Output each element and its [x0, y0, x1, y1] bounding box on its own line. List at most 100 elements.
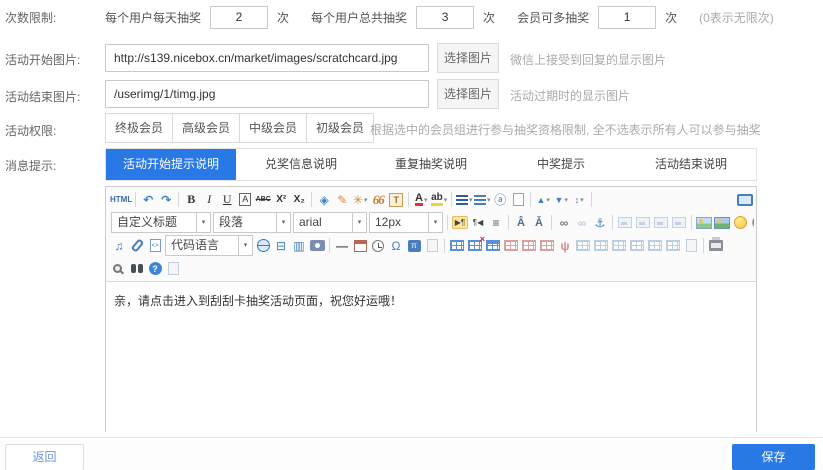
indent-icon[interactable]: ≡: [487, 213, 505, 233]
table-title-icon[interactable]: [484, 236, 502, 256]
rich-text-editor: HTML↶↷BIUAABCX²X₂◈✎✳▾66TA▾ab▾▾▾ⓐ▲▾▼▾↕▾ 自…: [105, 186, 757, 432]
delete-col-icon[interactable]: [628, 236, 646, 256]
insert-time-icon[interactable]: [369, 236, 387, 256]
member-level-intermediate-button[interactable]: 中级会员: [239, 113, 307, 143]
strikethrough-icon[interactable]: ABC: [254, 190, 272, 210]
insert-iframe-icon[interactable]: ▥: [290, 236, 308, 256]
paste-plain-icon[interactable]: T: [387, 190, 405, 210]
help-icon[interactable]: [146, 259, 164, 279]
unordered-list-icon[interactable]: ▾: [473, 190, 491, 210]
image-float-left-icon[interactable]: [634, 213, 652, 233]
ordered-list-icon[interactable]: ▾: [455, 190, 473, 210]
scrawl-icon[interactable]: [749, 213, 754, 233]
screenshot-icon[interactable]: [308, 236, 326, 256]
insert-row-icon[interactable]: [520, 236, 538, 256]
underline-icon[interactable]: U: [218, 190, 236, 210]
image-float-none-icon[interactable]: [616, 213, 634, 233]
split-cells-icon[interactable]: ψ: [556, 236, 574, 256]
source-icon[interactable]: HTML: [110, 190, 132, 210]
split-rows-icon-glyph: [648, 240, 662, 251]
auto-typeset-icon[interactable]: ✳▾: [351, 190, 369, 210]
blockquote-icon[interactable]: 66: [369, 190, 387, 210]
tab-win-prompt[interactable]: 中奖提示: [496, 149, 626, 180]
back-button[interactable]: 返回: [5, 444, 84, 470]
tab-repeat-draw[interactable]: 重复抽奖说明: [366, 149, 496, 180]
start-image-url-input[interactable]: [105, 44, 429, 72]
font-size-select[interactable]: 12px▾: [369, 212, 443, 233]
end-image-pick-button[interactable]: 选择图片: [437, 79, 499, 109]
tab-activity-end[interactable]: 活动结束说明: [626, 149, 756, 180]
format-brush-icon[interactable]: ✎: [333, 190, 351, 210]
insert-image-icon[interactable]: [695, 213, 713, 233]
doc-icon[interactable]: [682, 236, 700, 256]
member-level-advanced-button[interactable]: 高级会员: [172, 113, 240, 143]
attachment-icon[interactable]: [128, 236, 146, 256]
direction-rtl-icon[interactable]: ¶◀: [469, 213, 487, 233]
direction-ltr-icon[interactable]: ▶¶: [451, 213, 469, 233]
template-icon[interactable]: [423, 236, 441, 256]
link-icon[interactable]: ∞: [555, 213, 573, 233]
daily-draw-input[interactable]: [210, 6, 268, 29]
image-float-right-icon[interactable]: [670, 213, 688, 233]
code-language-select[interactable]: 代码语言▾: [165, 235, 253, 256]
redo-icon[interactable]: ↷: [157, 190, 175, 210]
insert-code-icon[interactable]: [146, 236, 164, 256]
tab-activity-start-prompt[interactable]: 活动开始提示说明: [106, 149, 236, 180]
split-cols-icon[interactable]: [664, 236, 682, 256]
drafts-icon[interactable]: [164, 259, 182, 279]
to-uppercase-icon[interactable]: Â: [512, 213, 530, 233]
print-icon[interactable]: [707, 236, 725, 256]
formula-icon[interactable]: [405, 236, 423, 256]
custom-title-select[interactable]: 自定义标题▾: [111, 212, 211, 233]
insert-music-icon[interactable]: ♫: [110, 236, 128, 256]
remove-format-icon[interactable]: ◈: [315, 190, 333, 210]
start-image-pick-button[interactable]: 选择图片: [437, 43, 499, 73]
insert-table-icon[interactable]: [448, 236, 466, 256]
bold-icon-glyph: B: [187, 192, 195, 207]
insert-date-icon[interactable]: [351, 236, 369, 256]
map-icon[interactable]: [254, 236, 272, 256]
font-family-select[interactable]: arial▾: [293, 212, 367, 233]
member-level-beginner-button[interactable]: 初级会员: [306, 113, 374, 143]
merge-right-icon[interactable]: [574, 236, 592, 256]
insert-col-icon[interactable]: [538, 236, 556, 256]
special-chars-icon[interactable]: Ω: [387, 236, 405, 256]
total-draw-input[interactable]: [416, 6, 474, 29]
split-rows-icon[interactable]: [646, 236, 664, 256]
fullscreen-icon[interactable]: [736, 190, 754, 210]
page-break-icon[interactable]: ⊟: [272, 236, 290, 256]
unlink-icon[interactable]: ∞: [573, 213, 591, 233]
delete-row-icon[interactable]: [610, 236, 628, 256]
horizontal-rule-icon[interactable]: —: [333, 236, 351, 256]
image-manager-icon[interactable]: [713, 213, 731, 233]
font-border-icon[interactable]: A: [236, 190, 254, 210]
undo-icon[interactable]: ↶: [139, 190, 157, 210]
delete-table-icon[interactable]: [466, 236, 484, 256]
font-color-icon[interactable]: A▾: [412, 190, 430, 210]
italic-icon[interactable]: I: [200, 190, 218, 210]
tab-redeem-info[interactable]: 兑奖信息说明: [236, 149, 366, 180]
member-level-ultimate-button[interactable]: 终极会员: [105, 113, 173, 143]
editor-content-area[interactable]: 亲，请点击进入到刮刮卡抽奖活动页面，祝您好运哦！: [106, 282, 756, 434]
line-height-icon[interactable]: ↕▾: [570, 190, 588, 210]
subscript-icon[interactable]: X₂: [290, 190, 308, 210]
highlight-color-icon[interactable]: ab▾: [430, 190, 448, 210]
member-extra-draw-input[interactable]: [598, 6, 656, 29]
search-replace-icon[interactable]: [128, 259, 146, 279]
paragraph-spacing-bottom-icon[interactable]: ▼▾: [552, 190, 570, 210]
merge-down-icon[interactable]: [592, 236, 610, 256]
to-lowercase-icon[interactable]: Ǎ: [530, 213, 548, 233]
superscript-icon[interactable]: X²: [272, 190, 290, 210]
bold-icon[interactable]: B: [182, 190, 200, 210]
clear-doc-icon[interactable]: [509, 190, 527, 210]
anchor-icon[interactable]: ⓐ: [491, 190, 509, 210]
paragraph-spacing-top-icon[interactable]: ▲▾: [534, 190, 552, 210]
end-image-url-input[interactable]: [105, 80, 429, 108]
emotion-icon[interactable]: [731, 213, 749, 233]
insert-anchor-icon[interactable]: ⚓: [591, 213, 609, 233]
paragraph-select[interactable]: 段落▾: [213, 212, 291, 233]
merge-cells-icon[interactable]: [502, 236, 520, 256]
image-float-center-icon[interactable]: [652, 213, 670, 233]
preview-icon[interactable]: [110, 259, 128, 279]
save-button[interactable]: 保存: [732, 444, 815, 470]
